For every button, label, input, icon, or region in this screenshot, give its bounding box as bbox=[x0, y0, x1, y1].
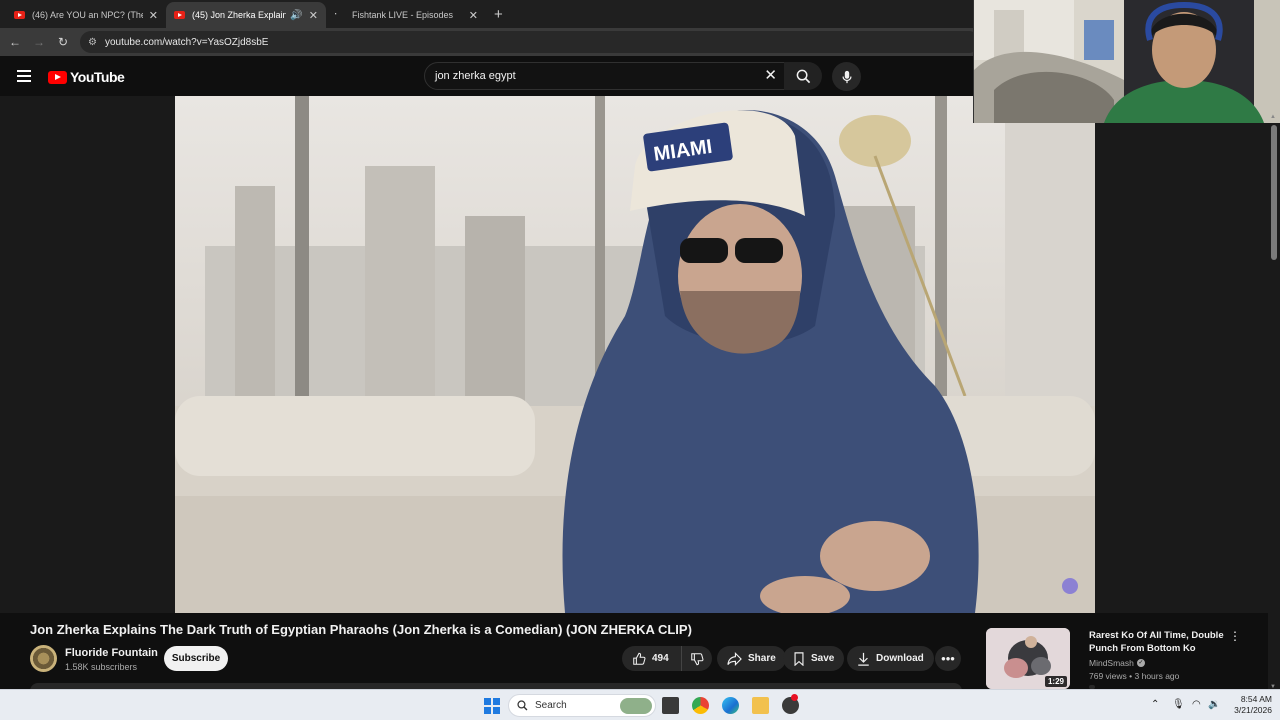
chrome-icon[interactable] bbox=[692, 697, 709, 714]
taskbar-clock[interactable]: 8:54 AM 3/21/2026 bbox=[1222, 694, 1272, 716]
channel-avatar[interactable] bbox=[30, 645, 57, 672]
save-button[interactable]: Save bbox=[783, 646, 845, 671]
more-actions-icon[interactable]: ••• bbox=[935, 646, 961, 671]
close-icon[interactable]: ✕ bbox=[309, 9, 318, 22]
site-info-icon[interactable]: ⚙ bbox=[88, 37, 97, 48]
recommendation-channel-name: MindSmash bbox=[1089, 658, 1134, 668]
search-icon bbox=[796, 69, 810, 83]
youtube-logo[interactable]: YouTube bbox=[48, 69, 125, 85]
taskbar-search-box[interactable]: Search bbox=[508, 694, 656, 717]
search-input[interactable]: jon zherka egypt ✕ bbox=[424, 62, 786, 90]
share-button[interactable]: Share bbox=[717, 646, 786, 671]
youtube-header: YouTube jon zherka egypt ✕ bbox=[0, 56, 980, 96]
youtube-favicon-icon bbox=[14, 11, 25, 19]
subscribe-button[interactable]: Subscribe bbox=[164, 646, 228, 671]
search-button[interactable] bbox=[784, 62, 822, 90]
clear-search-icon[interactable]: ✕ bbox=[764, 66, 777, 84]
subscriber-count: 1.58K subscribers bbox=[65, 662, 138, 672]
download-button[interactable]: Download bbox=[847, 646, 934, 671]
browser-tab-npc[interactable]: (46) Are YOU an NPC? (The Mi ✕ bbox=[6, 2, 166, 28]
video-player[interactable]: MIAMI bbox=[175, 96, 1095, 613]
speaker-icon[interactable]: 🔊 bbox=[290, 10, 302, 21]
notification-dot-icon bbox=[791, 694, 798, 701]
youtube-play-logo-icon bbox=[48, 70, 67, 84]
like-count: 494 bbox=[652, 653, 669, 664]
file-explorer-icon[interactable] bbox=[752, 697, 769, 714]
scrollbar-thumb[interactable] bbox=[1271, 125, 1277, 260]
close-icon[interactable]: ✕ bbox=[469, 9, 478, 22]
like-button[interactable]: 494 bbox=[622, 646, 682, 671]
tab-label: (46) Are YOU an NPC? (The Mi bbox=[32, 10, 143, 20]
url-text: youtube.com/watch?v=YasOZjd8sbE bbox=[104, 36, 269, 48]
taskbar-search-placeholder: Search bbox=[535, 700, 567, 711]
back-arrow-icon[interactable]: ← bbox=[3, 35, 27, 49]
youtube-favicon-icon bbox=[174, 11, 185, 19]
forward-arrow-icon[interactable]: → bbox=[27, 35, 51, 49]
volume-icon[interactable]: 🔉 bbox=[1208, 699, 1220, 710]
clock-time: 8:54 AM bbox=[1240, 694, 1272, 704]
edge-icon[interactable] bbox=[722, 697, 739, 714]
task-view-icon[interactable] bbox=[662, 697, 679, 714]
share-arrow-icon bbox=[727, 651, 742, 666]
search-query-text: jon zherka egypt bbox=[435, 70, 516, 82]
video-duration: 1:29 bbox=[1044, 676, 1067, 687]
reload-icon[interactable]: ↻ bbox=[51, 35, 75, 49]
url-field[interactable]: ⚙ youtube.com/watch?v=YasOZjd8sbE bbox=[80, 31, 980, 53]
recommendation-title[interactable]: Rarest Ko Of All Time, Double Punch From… bbox=[1089, 629, 1224, 655]
recommendation-meta: 769 views • 3 hours ago bbox=[1089, 671, 1180, 681]
video-title: Jon Zherka Explains The Dark Truth of Eg… bbox=[30, 622, 692, 637]
bookmark-icon bbox=[794, 651, 804, 666]
share-label: Share bbox=[748, 653, 776, 664]
thumbs-down-icon bbox=[691, 652, 704, 665]
voice-search-button[interactable] bbox=[832, 62, 861, 91]
page-scrollbar[interactable]: ▲ ▼ bbox=[1268, 114, 1280, 690]
tab-label: Fishtank LIVE - Episodes bbox=[352, 10, 454, 20]
clock-date: 3/21/2026 bbox=[1234, 705, 1272, 715]
verified-check-icon: ✓ bbox=[1136, 659, 1145, 667]
microphone-tray-icon[interactable]: 🎙 bbox=[1172, 699, 1185, 710]
new-tab-plus-icon[interactable]: + bbox=[494, 6, 503, 23]
fishtank-favicon-icon bbox=[334, 6, 345, 20]
webcam-illustration bbox=[974, 0, 1280, 123]
webcam-overlay bbox=[973, 0, 1280, 123]
microphone-icon bbox=[841, 70, 852, 83]
search-icon bbox=[517, 700, 528, 711]
tray-chevron-up-icon[interactable]: ⌃ bbox=[1151, 699, 1159, 710]
thumbs-up-icon bbox=[633, 652, 646, 665]
browser-tab-jon-zherka[interactable]: (45) Jon Zherka Explains Th 🔊 ✕ bbox=[166, 2, 326, 28]
recommendation-channel[interactable]: MindSmash ✓ bbox=[1089, 658, 1145, 668]
like-dislike-group: 494 bbox=[622, 646, 712, 671]
scroll-up-arrow-icon[interactable]: ▲ bbox=[1270, 114, 1276, 120]
recommendation-thumbnail[interactable]: 1:29 bbox=[986, 628, 1070, 689]
screen: (46) Are YOU an NPC? (The Mi ✕ (45) Jon … bbox=[0, 0, 1280, 720]
browser-tab-fishtank[interactable]: Fishtank LIVE - Episodes ✕ bbox=[326, 2, 486, 28]
recommendation-menu-icon[interactable]: ⋮ bbox=[1229, 629, 1241, 643]
channel-name[interactable]: Fluoride Fountain bbox=[65, 647, 158, 659]
download-icon bbox=[858, 652, 869, 666]
search-highlight-icon bbox=[620, 698, 652, 714]
tab-label: (45) Jon Zherka Explains Th bbox=[192, 10, 287, 20]
windows-start-icon[interactable] bbox=[484, 698, 500, 714]
dislike-button[interactable] bbox=[682, 646, 712, 671]
save-label: Save bbox=[811, 653, 835, 664]
menu-hamburger-icon[interactable] bbox=[17, 70, 31, 82]
youtube-logo-text: YouTube bbox=[70, 69, 125, 85]
windows-taskbar: Search ⌃ 🎙 ◠ 🔉 8:54 AM 3/21/2026 bbox=[0, 689, 1280, 720]
close-icon[interactable]: ✕ bbox=[149, 9, 158, 22]
video-frame-illustration: MIAMI bbox=[175, 96, 1095, 613]
wifi-icon[interactable]: ◠ bbox=[1192, 699, 1201, 710]
download-label: Download bbox=[876, 653, 924, 664]
